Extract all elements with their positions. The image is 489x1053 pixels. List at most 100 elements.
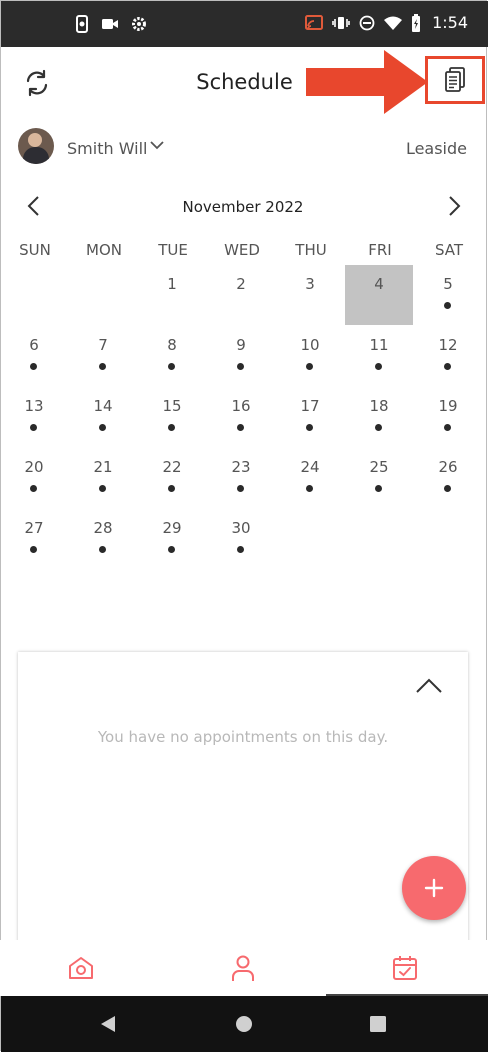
weekday-header-row: SUN MON TUE WED THU FRI SAT	[0, 241, 489, 261]
status-bar: 1:54	[1, 1, 488, 47]
calendar-day[interactable]: 13	[0, 387, 68, 447]
calendar-day-number: 9	[236, 336, 246, 354]
appointment-indicator-dot	[237, 424, 244, 431]
empty-appointments-message: You have no appointments on this day.	[97, 728, 389, 746]
appointments-panel: You have no appointments on this day.	[18, 652, 468, 952]
calendar-day[interactable]: 21	[69, 448, 137, 508]
calendar-day[interactable]: 30	[207, 509, 275, 569]
appointment-indicator-dot	[237, 485, 244, 492]
calendar-day[interactable]: 22	[138, 448, 206, 508]
calendar-day-number: 13	[24, 397, 44, 415]
add-appointment-button[interactable]	[402, 856, 466, 920]
calendar-day-number: 1	[167, 275, 177, 293]
calendar-day-number: 15	[162, 397, 182, 415]
weekday-label: WED	[224, 241, 260, 259]
status-time: 1:54	[432, 13, 468, 32]
nav-schedule[interactable]	[385, 950, 425, 986]
calendar-day[interactable]: 20	[0, 448, 68, 508]
calendar-day-number: 18	[369, 397, 389, 415]
documents-button[interactable]	[425, 56, 485, 104]
calendar-day-number: 27	[24, 519, 44, 537]
calendar-day[interactable]: 8	[138, 326, 206, 386]
home-camera-icon	[69, 957, 93, 979]
recents-icon[interactable]	[369, 1015, 387, 1033]
calendar-day[interactable]: 14	[69, 387, 137, 447]
calendar-day[interactable]: 4	[345, 265, 413, 325]
nav-home[interactable]	[61, 950, 101, 986]
calendar-day[interactable]: 19	[414, 387, 482, 447]
back-icon[interactable]	[99, 1015, 117, 1033]
calendar-day-number: 10	[300, 336, 320, 354]
calendar-day[interactable]: 27	[0, 509, 68, 569]
appointment-indicator-dot	[168, 424, 175, 431]
calendar-day[interactable]: 28	[69, 509, 137, 569]
calendar-day-number: 24	[300, 458, 320, 476]
wifi-icon	[384, 16, 403, 30]
calendar-day[interactable]: 23	[207, 448, 275, 508]
chevron-right-icon[interactable]	[444, 194, 464, 218]
nav-profile[interactable]	[223, 950, 263, 986]
month-title: November 2022	[182, 198, 304, 216]
appointment-indicator-dot	[375, 485, 382, 492]
calendar-day[interactable]: 10	[276, 326, 344, 386]
calendar-day[interactable]: 12	[414, 326, 482, 386]
home-icon[interactable]	[235, 1015, 253, 1033]
calendar-day[interactable]: 11	[345, 326, 413, 386]
calendar-day-number: 29	[162, 519, 182, 537]
calendar-day[interactable]: 9	[207, 326, 275, 386]
calendar-day-number: 14	[93, 397, 113, 415]
calendar-check-icon	[393, 956, 417, 980]
appointment-indicator-dot	[168, 363, 175, 370]
calendar-day-number: 22	[162, 458, 182, 476]
appointment-indicator-dot	[237, 546, 244, 553]
system-navigation-bar	[1, 996, 488, 1052]
appointment-indicator-dot	[99, 424, 106, 431]
user-name-dropdown[interactable]: Smith Will	[67, 139, 148, 158]
calendar-day-number: 4	[374, 275, 384, 293]
calendar-day[interactable]: 3	[276, 265, 344, 325]
appointment-indicator-dot	[444, 485, 451, 492]
bottom-navigation	[0, 940, 489, 996]
calendar-day-number: 19	[438, 397, 458, 415]
appointment-indicator-dot	[168, 485, 175, 492]
calendar-day[interactable]: 5	[414, 265, 482, 325]
calendar-day-number: 28	[93, 519, 113, 537]
appointment-indicator-dot	[306, 363, 313, 370]
calendar-day-number: 11	[369, 336, 389, 354]
settings-gear-icon	[132, 17, 146, 31]
calendar-day[interactable]: 16	[207, 387, 275, 447]
appointment-indicator-dot	[30, 424, 37, 431]
calendar-day[interactable]: 18	[345, 387, 413, 447]
calendar-day[interactable]: 24	[276, 448, 344, 508]
plus-icon	[424, 878, 444, 898]
appointment-indicator-dot	[444, 363, 451, 370]
calendar-day[interactable]: 17	[276, 387, 344, 447]
calendar-day[interactable]: 15	[138, 387, 206, 447]
calendar-day-number: 6	[29, 336, 39, 354]
calendar-day[interactable]: 29	[138, 509, 206, 569]
calendar-day[interactable]: 26	[414, 448, 482, 508]
location-label[interactable]: Leaside	[406, 139, 467, 158]
appointment-indicator-dot	[168, 546, 175, 553]
calendar-day[interactable]: 2	[207, 265, 275, 325]
chevron-up-icon[interactable]	[415, 676, 443, 696]
phone-sync-icon	[76, 15, 88, 33]
chevron-down-icon[interactable]	[150, 140, 164, 150]
calendar-day-number: 20	[24, 458, 44, 476]
appointment-indicator-dot	[99, 546, 106, 553]
calendar-day-number: 2	[236, 275, 246, 293]
appointment-indicator-dot	[30, 485, 37, 492]
weekday-label: MON	[86, 241, 122, 259]
calendar-day[interactable]: 7	[69, 326, 137, 386]
calendar-day[interactable]: 25	[345, 448, 413, 508]
calendar-day[interactable]: 1	[138, 265, 206, 325]
calendar-day[interactable]: 6	[0, 326, 68, 386]
do-not-disturb-icon	[359, 15, 375, 30]
weekday-label: THU	[295, 241, 327, 259]
battery-icon	[412, 13, 421, 32]
weekday-label: FRI	[368, 241, 392, 259]
cast-icon	[305, 14, 324, 30]
calendar-day-number: 8	[167, 336, 177, 354]
calendar-day-number: 21	[93, 458, 113, 476]
weekday-label: SUN	[19, 241, 51, 259]
